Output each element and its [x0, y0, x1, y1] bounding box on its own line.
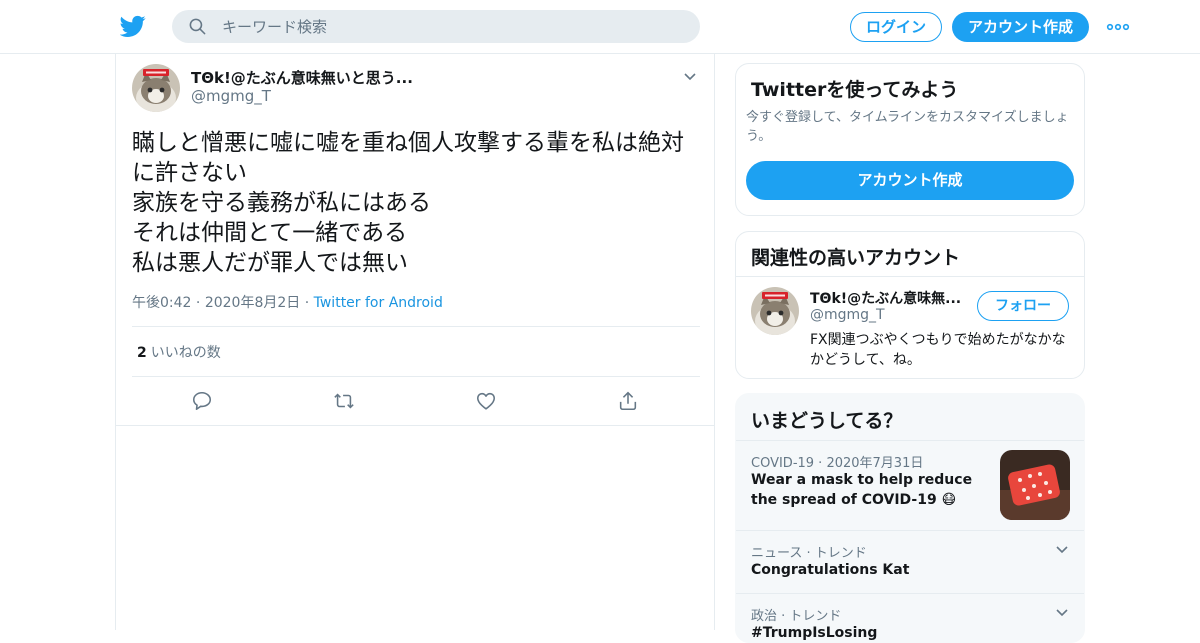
likes-count[interactable]: 2 いいねの数 — [137, 342, 221, 362]
divider — [736, 440, 1084, 441]
related-accounts-card: 関連性の高いアカウント TΘk!@たぶん意味無... @mgmg_T フォロー … — [735, 231, 1085, 379]
twitter-bird-logo-icon[interactable] — [120, 13, 146, 39]
retweet-icon[interactable] — [333, 390, 355, 412]
trend-thumbnail[interactable] — [1000, 450, 1070, 520]
login-button[interactable]: ログイン — [850, 12, 942, 42]
trend-category: 政治 · トレンド — [751, 609, 842, 624]
tweet-column: TΘk!@たぶん意味無いと思う... @mgmg_T 瞞しと憎悪に嘘に嘘を重ね個… — [115, 54, 715, 630]
trends-card: いまどうしてる？ COVID-19 · 2020年7月31日 Wear a ma… — [735, 393, 1085, 643]
related-bio: FX関連つぶやくつもりで始めたがなかなかどうして、ね。 — [810, 332, 1066, 368]
chevron-down-icon[interactable] — [1054, 605, 1070, 621]
meta-separator: · — [304, 295, 314, 311]
related-display-name[interactable]: TΘk!@たぶん意味無... — [810, 288, 961, 308]
likes-label: いいねの数 — [150, 345, 221, 361]
trend-category: ニュース · トレンド — [751, 546, 867, 561]
search-icon — [189, 18, 206, 35]
trends-title: いまどうしてる？ — [751, 410, 903, 432]
like-heart-icon[interactable] — [475, 390, 497, 412]
cat-avatar-image — [132, 64, 180, 112]
top-bar: ログイン アカウント作成 — [0, 0, 1200, 54]
signup-card: Twitterを使ってみよう 今すぐ登録して、タイムラインをカスタマイズしましょ… — [735, 63, 1085, 216]
trend-headline[interactable]: Wear a mask to help reduce the spread of… — [751, 470, 991, 510]
related-avatar[interactable] — [751, 287, 799, 335]
trend-category: COVID-19 · 2020年7月31日 — [751, 456, 924, 471]
signup-card-subtitle: 今すぐ登録して、タイムラインをカスタマイズしましょう。 — [746, 110, 1069, 144]
mask-photo-image — [1000, 450, 1070, 520]
signup-button[interactable]: アカウント作成 — [952, 12, 1089, 42]
divider — [132, 376, 700, 377]
chevron-down-icon[interactable] — [1054, 542, 1070, 558]
divider — [736, 593, 1084, 594]
trend-headline[interactable]: Congratulations Kat — [751, 560, 1011, 580]
trend-headline[interactable]: #TrumpIsLosing — [751, 623, 1011, 642]
tweet-time[interactable]: 午後0:42 — [132, 295, 191, 311]
divider — [736, 530, 1084, 531]
display-name[interactable]: TΘk!@たぶん意味無いと思う... — [191, 67, 413, 88]
tweet-meta: 午後0:42 · 2020年8月2日 · Twitter for Android — [132, 292, 443, 312]
search-input[interactable] — [222, 10, 682, 43]
related-handle[interactable]: @mgmg_T — [810, 307, 885, 323]
more-options-icon[interactable] — [1106, 22, 1130, 32]
share-icon[interactable] — [617, 390, 639, 412]
meta-separator: · — [195, 295, 205, 311]
user-handle[interactable]: @mgmg_T — [191, 87, 271, 105]
divider — [132, 326, 700, 327]
follow-button[interactable]: フォロー — [977, 291, 1069, 321]
divider — [736, 276, 1084, 277]
signup-card-button[interactable]: アカウント作成 — [746, 161, 1074, 200]
tweet: TΘk!@たぶん意味無いと思う... @mgmg_T 瞞しと憎悪に嘘に嘘を重ね個… — [116, 54, 714, 426]
cat-avatar-image — [751, 287, 799, 335]
search-box[interactable] — [172, 10, 700, 43]
avatar[interactable] — [132, 64, 180, 112]
signup-card-title: Twitterを使ってみよう — [751, 79, 959, 101]
tweet-date[interactable]: 2020年8月2日 — [205, 295, 300, 311]
tweet-text: 瞞しと憎悪に嘘に嘘を重ね個人攻撃する輩を私は絶対に許さない 家族を守る義務が私に… — [132, 130, 684, 276]
likes-number: 2 — [137, 345, 147, 361]
tweet-source-link[interactable]: Twitter for Android — [314, 295, 443, 311]
related-accounts-title: 関連性の高いアカウント — [751, 247, 961, 269]
reply-icon[interactable] — [191, 390, 213, 412]
chevron-down-icon[interactable] — [682, 69, 698, 85]
